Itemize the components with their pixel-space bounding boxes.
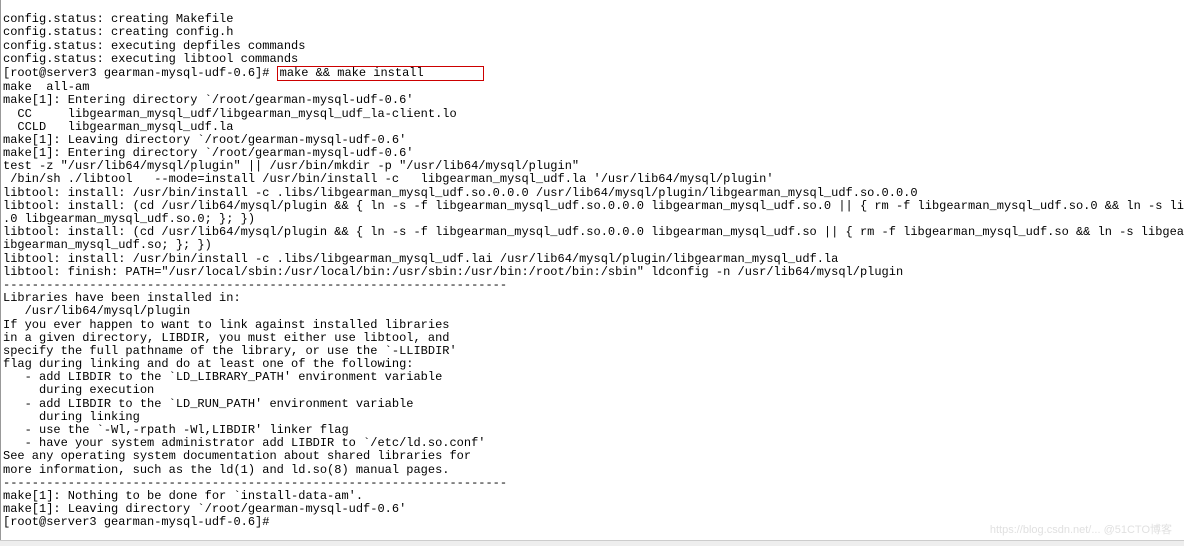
terminal-line: make[1]: Entering directory `/root/gearm…: [3, 94, 1184, 107]
highlighted-command: make && make install: [277, 66, 485, 81]
terminal-line: config.status: executing libtool command…: [3, 53, 1184, 66]
terminal-line: during execution: [3, 384, 1184, 397]
terminal-line: CC libgearman_mysql_udf/libgearman_mysql…: [3, 108, 1184, 121]
terminal-line: libtool: install: /usr/bin/install -c .l…: [3, 253, 1184, 266]
terminal-line: - add LIBDIR to the `LD_LIBRARY_PATH' en…: [3, 371, 1184, 384]
scrollbar-horizontal[interactable]: [0, 540, 1184, 546]
terminal-line: libtool: install: /usr/bin/install -c .l…: [3, 187, 1184, 200]
watermark-text: https://blog.csdn.net/... @51CTO博客: [990, 524, 1172, 536]
terminal-line: CCLD libgearman_mysql_udf.la: [3, 121, 1184, 134]
terminal-line: config.status: creating config.h: [3, 26, 1184, 39]
terminal-line: /usr/lib64/mysql/plugin: [3, 305, 1184, 318]
terminal-line: ----------------------------------------…: [3, 477, 1184, 490]
terminal-line: If you ever happen to want to link again…: [3, 319, 1184, 332]
terminal-line: /bin/sh ./libtool --mode=install /usr/bi…: [3, 173, 1184, 186]
shell-prompt: [root@server3 gearman-mysql-udf-0.6]#: [3, 66, 269, 80]
terminal-line: in a given directory, LIBDIR, you must e…: [3, 332, 1184, 345]
terminal-line: config.status: executing depfiles comman…: [3, 40, 1184, 53]
terminal-line: more information, such as the ld(1) and …: [3, 464, 1184, 477]
terminal-output[interactable]: config.status: creating Makefileconfig.s…: [0, 0, 1184, 543]
terminal-line: libtool: finish: PATH="/usr/local/sbin:/…: [3, 266, 1184, 279]
terminal-line: See any operating system documentation a…: [3, 450, 1184, 463]
terminal-line: ibgearman_mysql_udf.so; }; }): [3, 239, 1184, 252]
terminal-line: - add LIBDIR to the `LD_RUN_PATH' enviro…: [3, 398, 1184, 411]
